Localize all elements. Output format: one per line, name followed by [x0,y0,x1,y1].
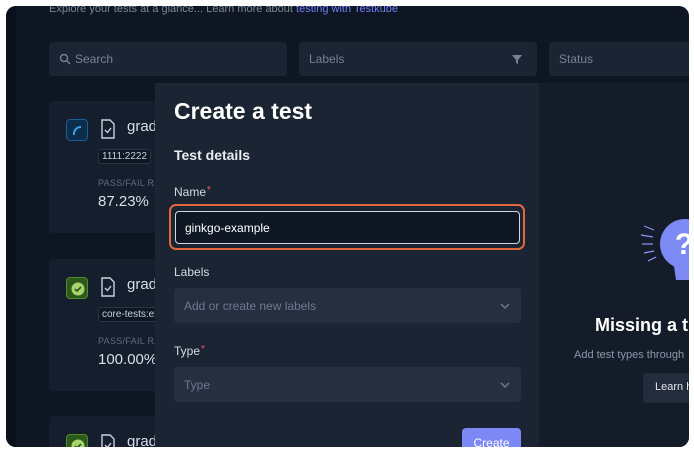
name-label: Name* [174,185,211,199]
page-subtitle: Explore your tests at a glance... Learn … [49,6,398,15]
test-label-tag: 1111:2222 [98,149,152,164]
modal-form-panel: Create a test Test details Name* Labels … [155,83,539,447]
create-test-modal: Create a test Test details Name* Labels … [155,83,689,447]
test-name: grad [127,433,158,447]
subtitle-text: Explore your tests at a glance... Learn … [49,6,297,15]
chevron-down-icon [500,302,510,309]
filter-icon [512,55,522,64]
status-passed-icon [66,434,88,447]
status-filter[interactable]: Status [549,42,689,76]
document-check-icon [101,119,115,139]
status-passed-icon [66,277,88,299]
labels-label: Labels [174,265,210,279]
missing-test-types-heading: Missing a t [595,315,689,335]
test-name: grad [127,276,158,293]
labels-filter[interactable]: Labels [299,42,537,76]
search-filter[interactable]: Search [49,42,287,76]
document-check-icon [101,277,115,297]
labels-select-placeholder: Add or create new labels [184,298,317,313]
passfail-label: PASS/FAIL RA [98,336,161,346]
add-test-types-text: Add test types through [574,349,685,361]
name-field[interactable] [175,211,520,244]
lightbulb-question-icon: ? [640,219,689,280]
left-rail [6,6,16,447]
modal-title: Create a test [174,98,313,124]
status-running-icon [66,119,88,141]
document-check-icon [101,434,115,447]
status-filter-placeholder: Status [559,52,594,66]
labels-filter-placeholder: Labels [309,52,345,66]
create-button[interactable]: Create [462,428,521,447]
test-name: grad [127,118,158,135]
passfail-rate: 100.00% [98,351,158,368]
type-select[interactable]: Type [174,367,521,402]
svg-text:?: ? [675,228,689,261]
passfail-label: PASS/FAIL RA [98,178,161,188]
section-heading: Test details [174,147,250,163]
learn-how-button[interactable]: Learn h [643,373,689,403]
required-marker: * [201,344,205,355]
required-marker: * [207,185,211,196]
type-label-text: Type [174,344,201,358]
search-icon [59,53,71,65]
type-select-placeholder: Type [184,377,211,392]
app-window: Explore your tests at a glance... Learn … [6,6,689,447]
labels-select[interactable]: Add or create new labels [174,288,521,323]
search-placeholder: Search [75,52,114,66]
type-label: Type* [174,344,205,358]
chevron-down-icon [500,381,510,388]
docs-link[interactable]: testing with Testkube [296,6,398,15]
passfail-rate: 87.23% [98,193,149,210]
name-label-text: Name [174,185,207,199]
test-label-tag: core-tests:ex [98,307,164,322]
